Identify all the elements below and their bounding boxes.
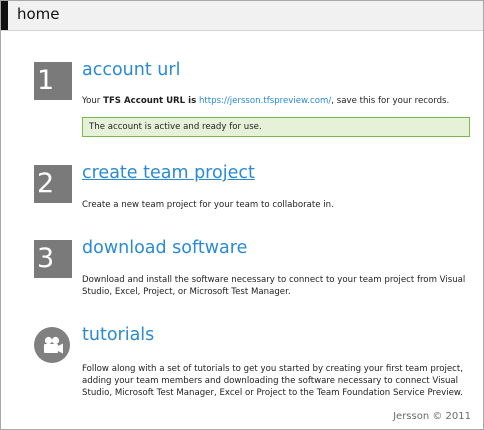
window-frame: home 1 account url Your TFS Account URL … [0,0,484,430]
header-accent-bar [1,1,8,30]
tutorials-description: Follow along with a set of tutorials to … [82,363,472,399]
account-status-box: The account is active and ready for use. [82,117,470,137]
download-software-description: Download and install the software necess… [82,274,472,298]
step-number-tile: 2 [34,165,72,203]
page-title: home [17,5,60,23]
step-title-account-url: account url [82,60,181,80]
step-title-download-software: download software [82,238,248,258]
create-team-project-description: Create a new team project for your team … [82,200,334,210]
page-header: home [1,1,483,31]
desc-line: Studio, Excel, Project, or Microsoft Tes… [82,287,291,297]
desc-line: Follow along with a set of tutorials to … [82,364,463,374]
desc-line: Download and install the software necess… [82,275,466,285]
create-team-project-link[interactable]: create team project [82,163,255,183]
account-url-link[interactable]: https://jersson.tfspreview.com/ [199,96,331,106]
copyright-footer: Jersson © 2011 [393,411,471,422]
desc-line: adding your team members and downloading… [82,376,459,386]
account-url-description: Your TFS Account URL is https://jersson.… [82,95,472,107]
desc-prefix: Your [82,96,104,106]
desc-bold-label: TFS Account URL is [103,96,197,106]
desc-line: Studio, Microsoft Test Manager, Excel or… [82,388,463,398]
desc-suffix: , save this for your records. [331,96,450,106]
video-camera-icon [34,327,70,363]
step-number-tile: 3 [34,240,72,278]
video-camera-icon-graphic [44,336,63,354]
step-title-tutorials: tutorials [82,325,155,345]
step-number-tile: 1 [34,62,72,100]
